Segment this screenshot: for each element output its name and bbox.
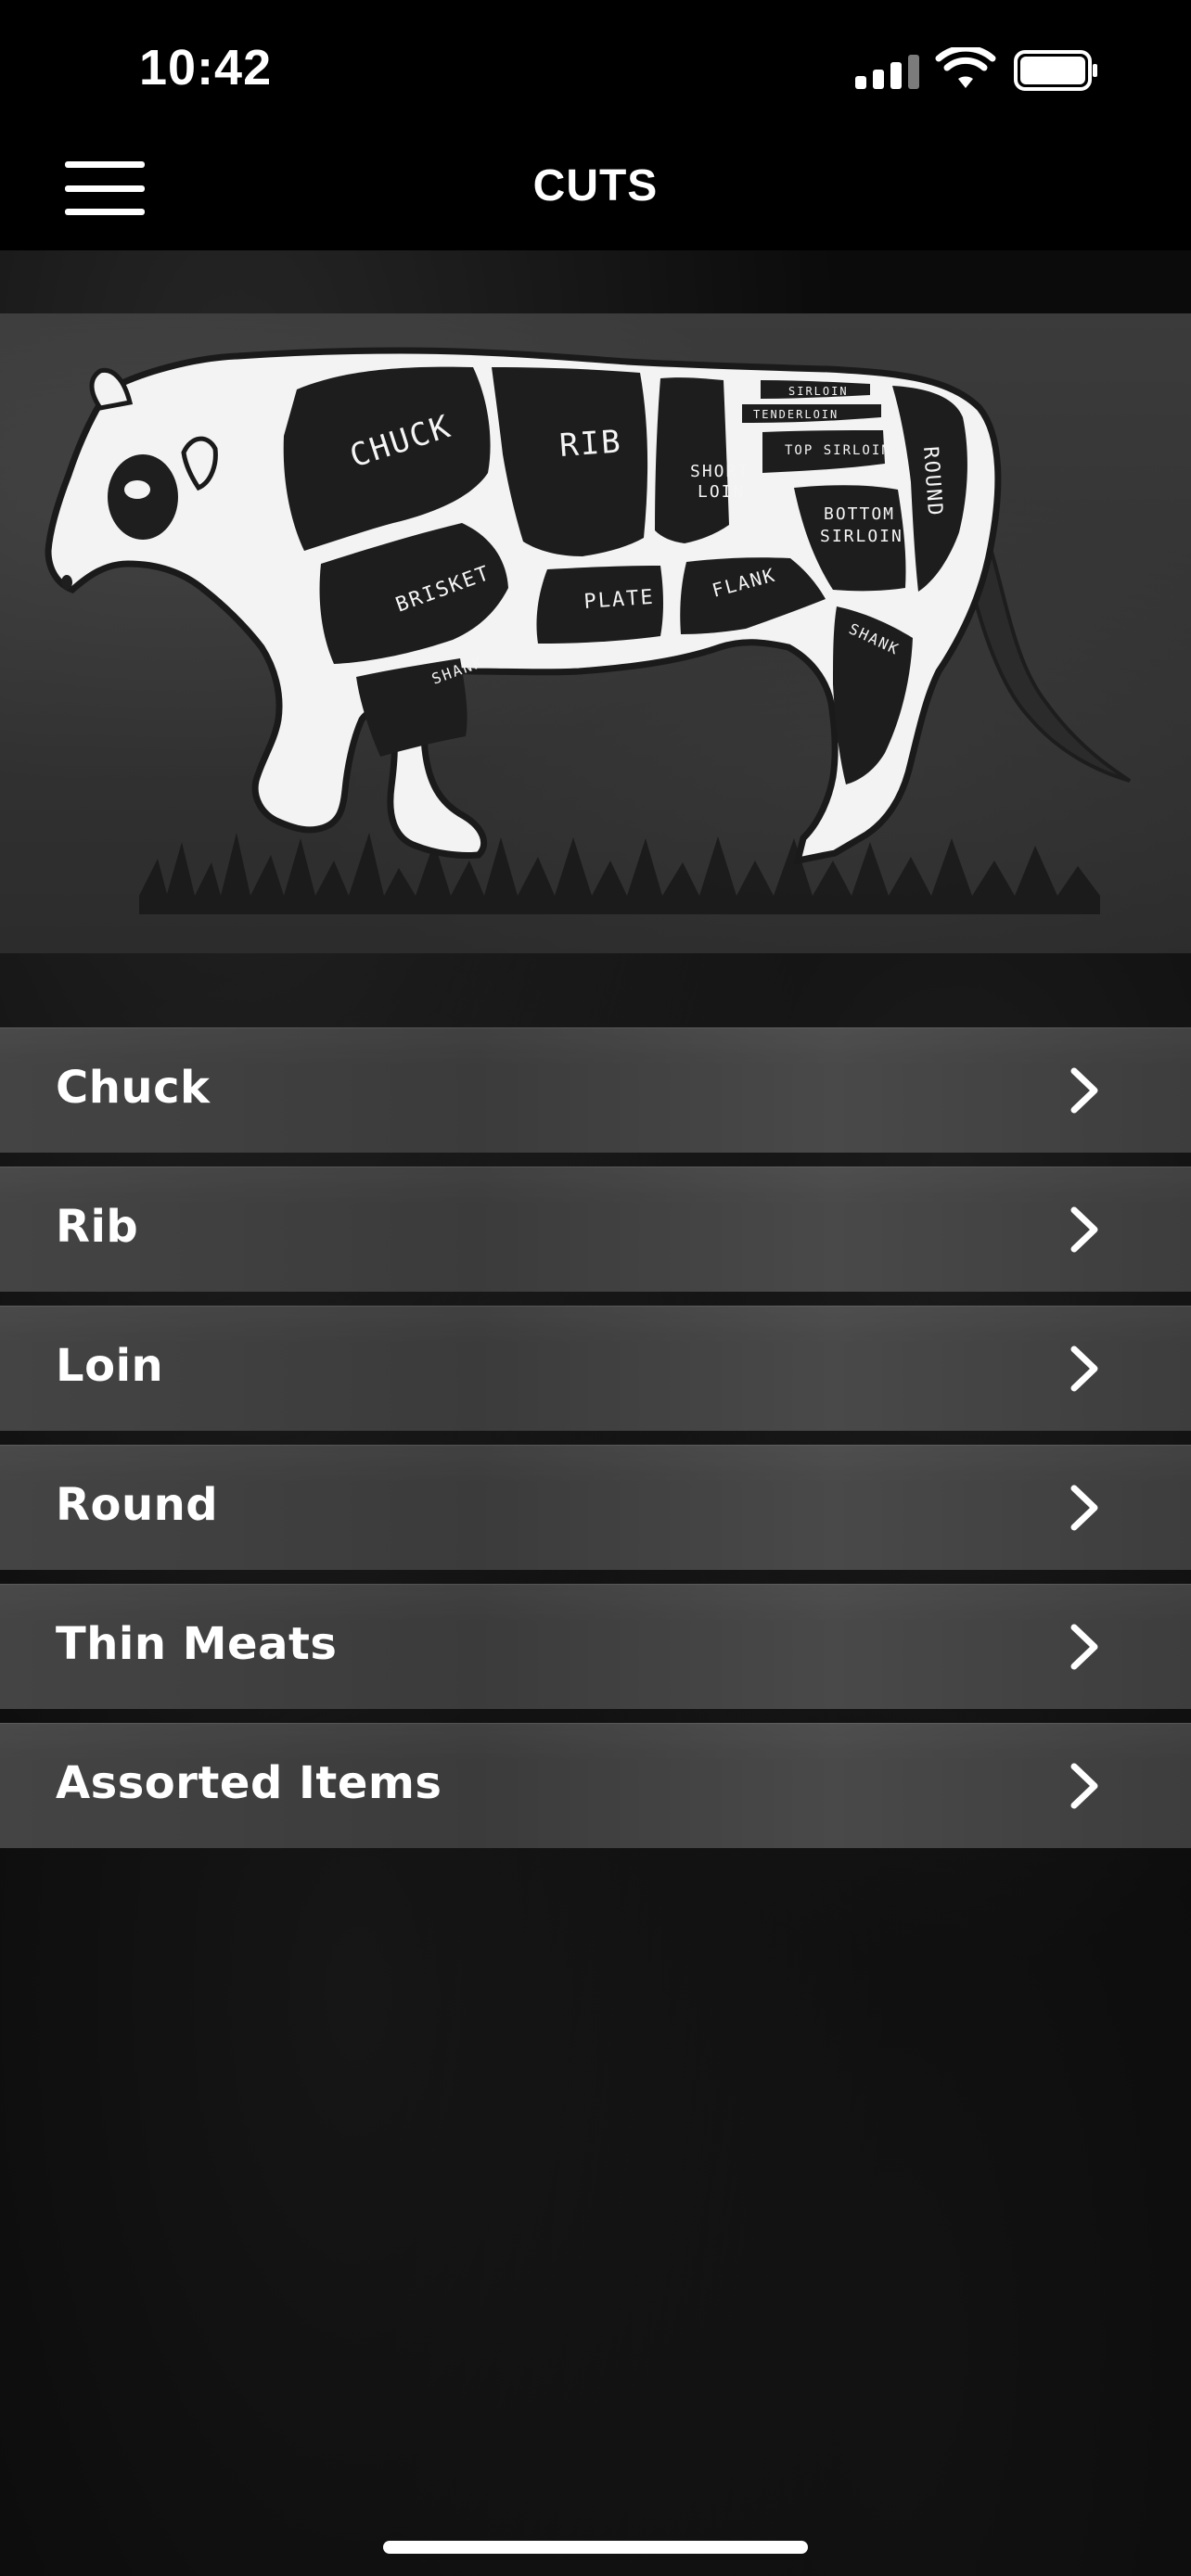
rib-label: RIB [558, 423, 623, 465]
top-sirloin-label: TOP SIRLOIN [785, 443, 891, 458]
chevron-right-icon [1070, 1206, 1098, 1253]
wifi-icon [935, 47, 996, 88]
list-item-label: Thin Meats [56, 1618, 338, 1670]
sirloin-label: SIRLOIN [788, 385, 849, 398]
ear-left [89, 367, 134, 411]
beef-cuts-diagram: CHUCK RIB SHORT LOIN SIRLOIN TENDERLOIN … [45, 347, 1132, 914]
nostril [61, 575, 72, 590]
list-item-assorted-items[interactable]: Assorted Items [0, 1723, 1191, 1848]
cut-short-loin [655, 377, 729, 543]
page-title: CUTS [532, 161, 659, 210]
grass-decoration [139, 833, 1100, 914]
chevron-right-icon [1070, 1624, 1098, 1670]
top-navigation-bar: CUTS [0, 139, 1191, 250]
battery-icon [1014, 50, 1097, 91]
status-time: 10:42 [139, 40, 273, 96]
chevron-right-icon [1070, 1763, 1098, 1809]
list-item-label: Rib [56, 1201, 139, 1253]
beef-cuts-diagram-card: CHUCK RIB SHORT LOIN SIRLOIN TENDERLOIN … [0, 313, 1191, 953]
list-item-label: Loin [56, 1340, 164, 1392]
status-bar: 10:42 [0, 0, 1191, 139]
loin-label: LOIN [698, 482, 745, 502]
bottom-sirloin-label: SIRLOIN [820, 527, 903, 546]
list-item-label: Chuck [56, 1062, 211, 1114]
list-item-rib[interactable]: Rib [0, 1167, 1191, 1292]
list-item-label: Assorted Items [56, 1757, 442, 1809]
plate-label: PLATE [583, 586, 656, 614]
short-label: SHORT [690, 462, 749, 481]
chevron-right-icon [1070, 1067, 1098, 1114]
home-indicator [383, 2541, 808, 2554]
list-item-thin-meats[interactable]: Thin Meats [0, 1584, 1191, 1709]
list-item-label: Round [56, 1479, 219, 1531]
chevron-right-icon [1070, 1485, 1098, 1531]
chevron-right-icon [1070, 1345, 1098, 1392]
list-item-round[interactable]: Round [0, 1445, 1191, 1570]
list-item-chuck[interactable]: Chuck [0, 1027, 1191, 1153]
tenderloin-label: TENDERLOIN [753, 408, 839, 421]
cellular-signal-icon [855, 54, 920, 89]
round-label: ROUND [918, 446, 946, 518]
bottom-label: BOTTOM [824, 504, 895, 524]
list-item-loin[interactable]: Loin [0, 1306, 1191, 1431]
eye [124, 480, 150, 499]
